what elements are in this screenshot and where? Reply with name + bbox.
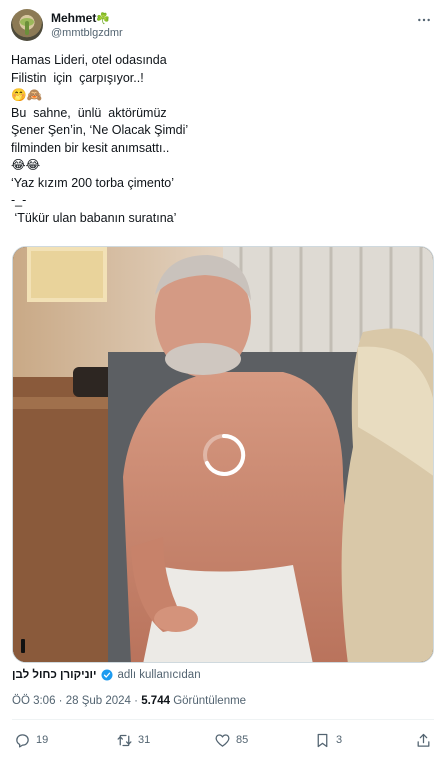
views-count: 5.744: [141, 695, 170, 707]
user-info: Mehmet☘️ @mmtblgzdmr: [51, 11, 123, 41]
meta-separator: ·: [58, 695, 63, 707]
tweet-line: 😂😂: [11, 158, 41, 172]
reply-icon: [16, 733, 29, 748]
bookmark-count: 3: [336, 734, 343, 746]
tweet-line: Şener Şen’in, ‘Ne Olacak Şimdi’: [11, 123, 189, 137]
tweet-date[interactable]: 28 Şub 2024: [66, 695, 131, 707]
tweet-header: Mehmet☘️ @mmtblgzdmr: [11, 9, 437, 43]
views-label: Görüntülenme: [173, 695, 247, 707]
tweet-line: -_-: [11, 193, 27, 207]
bookmark-icon: [317, 733, 328, 747]
retweet-button[interactable]: 31: [116, 727, 150, 753]
tweet-time[interactable]: ÖÖ 3:06: [12, 695, 55, 707]
reply-count: 19: [36, 734, 49, 746]
meta-separator: ·: [134, 695, 138, 707]
video-player[interactable]: [12, 246, 434, 663]
display-name[interactable]: Mehmet☘️: [51, 11, 123, 26]
user-handle[interactable]: @mmtblgzdmr: [51, 26, 123, 41]
loading-spinner-icon: [203, 433, 246, 476]
like-count: 85: [236, 734, 249, 746]
tweet-line: Hamas Lideri, otel odasında: [11, 53, 167, 67]
pause-icon[interactable]: [21, 639, 29, 653]
retweet-count: 31: [138, 734, 151, 746]
share-icon: [417, 733, 430, 747]
tweet-meta: ÖÖ 3:06 · 28 Şub 2024 · 5.744 Görüntülen…: [12, 695, 246, 707]
tweet-line: ‘Tükür ulan babanın suratına’: [11, 210, 177, 225]
avatar[interactable]: [11, 9, 43, 41]
tweet-line: Bu sahne, ünlü aktörümüz: [11, 105, 167, 120]
source-label: adlı kullanıcıdan: [117, 669, 201, 681]
tweet-line: Filistin için çarpışıyor..!: [11, 70, 144, 85]
action-bar: 19 31 85 3: [12, 727, 434, 753]
tweet-line: 🤭🙈: [11, 88, 43, 102]
video-source: יוניקורן כחול לבן adlı kullanıcıdan: [12, 667, 201, 683]
tweet-line: ‘Yaz kızım 200 torba çimento’: [11, 175, 175, 190]
like-button[interactable]: 85: [214, 727, 248, 753]
share-button[interactable]: [415, 727, 437, 753]
retweet-icon: [117, 734, 132, 746]
more-options-button[interactable]: [413, 11, 435, 29]
clover-emoji: ☘️: [96, 13, 111, 25]
bookmark-button[interactable]: 3: [314, 727, 342, 753]
source-name[interactable]: יוניקורן כחול לבן: [12, 667, 96, 683]
heart-icon: [215, 733, 230, 747]
tweet-line: filminden bir kesit anımsattı..: [11, 140, 170, 155]
more-horizontal-icon: [418, 18, 430, 22]
display-name-text[interactable]: Mehmet: [51, 11, 96, 25]
divider: [12, 719, 434, 720]
verified-badge-icon: [101, 669, 113, 681]
tweet-text: Hamas Lideri, otel odasında Filistin içi…: [11, 52, 431, 227]
reply-button[interactable]: 19: [14, 727, 48, 753]
